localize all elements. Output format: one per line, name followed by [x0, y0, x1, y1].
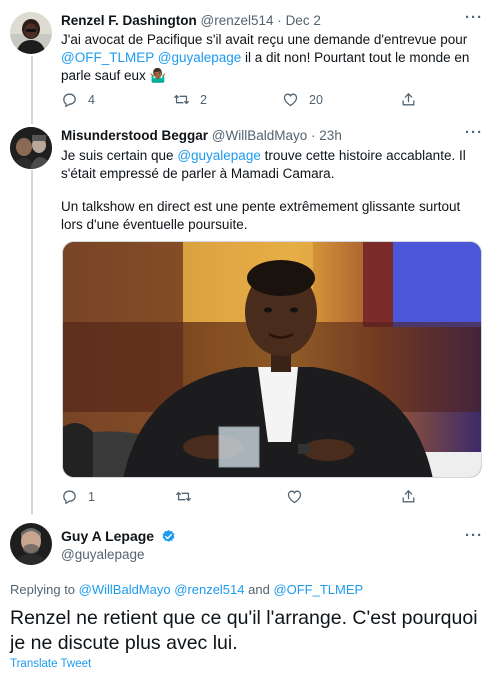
replying-user-link[interactable]: @OFF_TLMEP — [273, 582, 363, 597]
like-icon — [283, 93, 298, 107]
reply-button[interactable]: 1 — [61, 488, 95, 505]
author-handle[interactable]: @WillBaldMayo — [212, 128, 307, 143]
author-handle[interactable]: @guyalepage — [61, 547, 145, 562]
photo-image — [63, 242, 481, 477]
share-icon — [402, 93, 415, 106]
reply-icon — [63, 93, 76, 108]
more-icon[interactable]: ··· — [465, 124, 483, 141]
tweet-header: Renzel F. Dashington @renzel514 · Dec 2 — [61, 13, 321, 28]
author-name-text[interactable]: Guy A Lepage — [61, 528, 154, 544]
verified-icon — [162, 529, 175, 542]
reply-icon — [63, 490, 76, 505]
translate-tweet-link[interactable]: Translate Tweet — [10, 658, 91, 670]
reply-count: 1 — [88, 489, 95, 504]
avatar[interactable] — [10, 12, 52, 54]
tweet-text: J'ai avocat de Pacifique s'il avait reçu… — [61, 31, 481, 85]
tweet-text-paragraph: Un talkshow en direct est une pente extr… — [61, 199, 461, 232]
tweet-text: Je suis certain que @guyalepage trouve c… — [61, 147, 481, 183]
author-name[interactable]: Misunderstood Beggar — [61, 128, 208, 143]
tweet-actions: 4 2 20 — [61, 91, 461, 111]
like-button[interactable] — [286, 488, 303, 505]
text-segment: Je suis certain que — [61, 148, 178, 163]
thread-line — [31, 56, 33, 124]
avatar[interactable] — [10, 127, 52, 169]
author-name[interactable]: Renzel F. Dashington — [61, 13, 197, 28]
more-icon[interactable]: ··· — [465, 527, 483, 544]
mention-link[interactable]: @guyalepage — [158, 50, 242, 65]
author-handle[interactable]: @renzel514 — [201, 13, 274, 28]
mention-link[interactable]: @guyalepage — [177, 148, 261, 163]
replying-to: Replying to @WillBaldMayo @renzel514 and… — [10, 582, 363, 597]
tweet-photo[interactable] — [62, 241, 482, 478]
tweet-actions: 1 — [61, 488, 461, 508]
replying-users-link[interactable]: @WillBaldMayo @renzel514 — [79, 582, 245, 597]
like-count: 20 — [309, 92, 323, 107]
timestamp[interactable]: 23h — [319, 128, 342, 143]
share-button[interactable] — [400, 488, 417, 505]
retweet-count: 2 — [200, 92, 207, 107]
reply-button[interactable]: 4 — [61, 91, 95, 108]
more-icon[interactable]: ··· — [465, 9, 483, 26]
separator: · — [277, 13, 282, 28]
like-icon — [287, 490, 302, 504]
retweet-icon — [176, 491, 191, 502]
share-icon — [402, 490, 415, 503]
timestamp[interactable]: Dec 2 — [286, 13, 321, 28]
reply-count: 4 — [88, 92, 95, 107]
mention-link[interactable]: @OFF_TLMEP — [61, 50, 154, 65]
main-tweet-text: Renzel ne retient que ce qu'il l'arrange… — [10, 607, 478, 654]
like-button[interactable]: 20 — [282, 91, 323, 108]
retweet-button[interactable] — [175, 488, 192, 505]
text-segment: J'ai avocat de Pacifique s'il avait reçu… — [61, 32, 468, 47]
avatar[interactable] — [10, 523, 52, 565]
replying-and: and — [244, 582, 274, 597]
replying-prefix: Replying to — [10, 582, 79, 597]
retweet-icon — [174, 94, 189, 105]
author-name[interactable]: Guy A Lepage — [61, 528, 176, 544]
separator: · — [311, 128, 316, 143]
thread-line — [31, 170, 33, 514]
tweet-header: Misunderstood Beggar @WillBaldMayo · 23h — [61, 128, 342, 143]
retweet-button[interactable]: 2 — [173, 91, 207, 108]
share-button[interactable] — [400, 91, 417, 108]
